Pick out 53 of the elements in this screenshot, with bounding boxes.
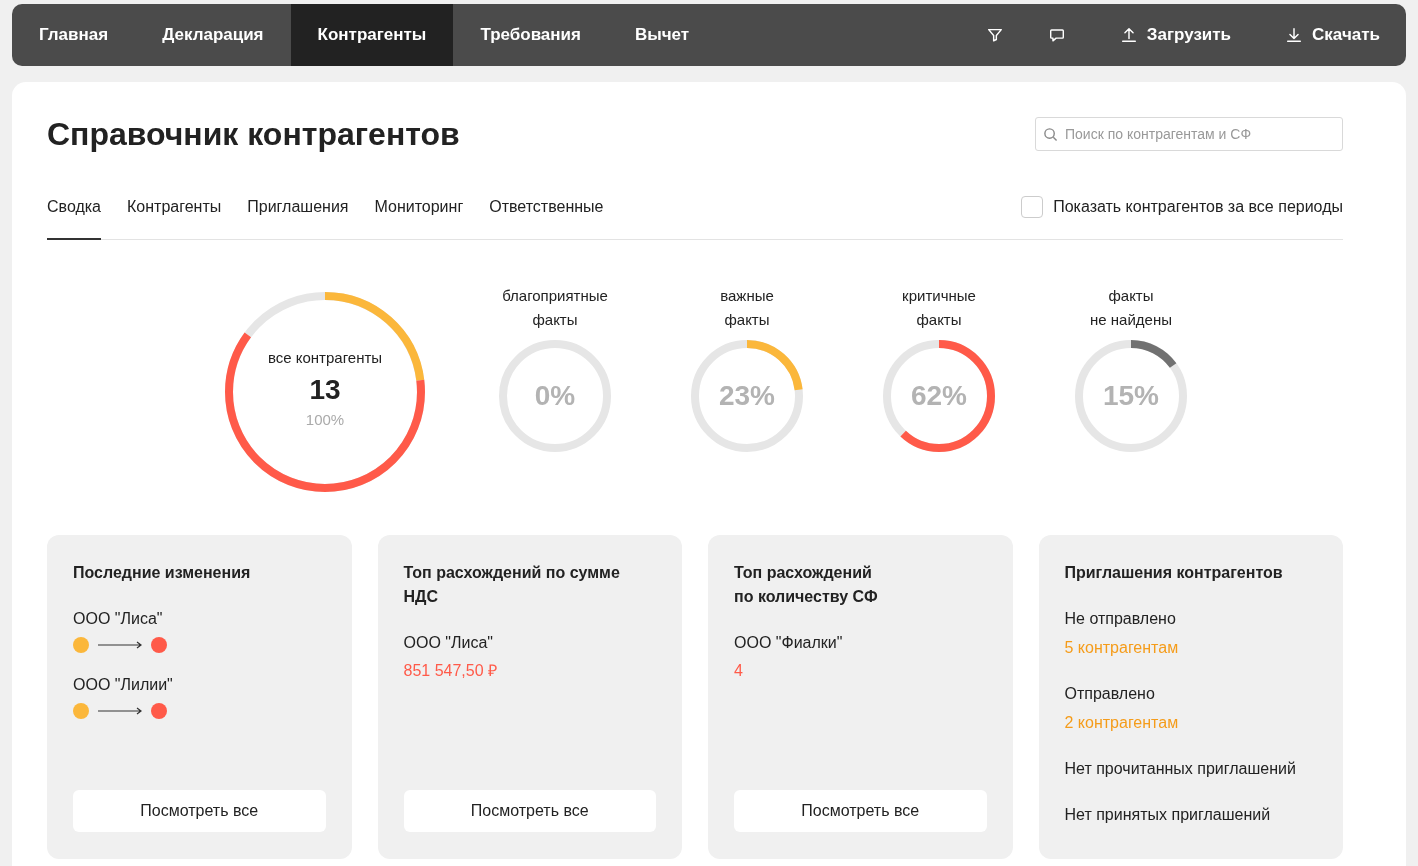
comment-button[interactable] <box>1047 26 1066 44</box>
company-name: ООО "Лилии" <box>73 675 174 695</box>
arrow-icon <box>97 641 143 649</box>
upload-icon <box>1119 26 1138 44</box>
donut-value: 0% <box>534 379 576 413</box>
donut-value: 23% <box>718 379 775 413</box>
donut-value: 15% <box>1102 379 1159 413</box>
donut-title: благоприятные факты <box>501 286 609 330</box>
nav-tab[interactable]: Вычет <box>607 4 717 66</box>
company-name: ООО "Фиалки" <box>734 633 844 653</box>
donut-title: важные факты <box>719 286 775 330</box>
company-name: ООО "Лиса" <box>403 633 494 653</box>
nav-tab[interactable]: Контрагенты <box>290 4 454 66</box>
tab[interactable]: Сводка <box>47 190 101 240</box>
download-icon <box>1285 26 1304 44</box>
filter-icon <box>985 26 1004 44</box>
nav-tab[interactable]: Декларация <box>135 4 291 66</box>
donut-percent: 100% <box>305 410 345 430</box>
company-name: ООО "Лиса" <box>73 609 164 629</box>
upload-button[interactable]: Загрузить <box>1119 22 1232 48</box>
donut-value: 62% <box>910 379 967 413</box>
view-all-button[interactable]: Посмотреть все <box>734 790 987 832</box>
checkbox-label: Показать контрагентов за все периоды <box>1053 197 1343 217</box>
invite-status: Не отправлено <box>1064 609 1177 629</box>
card-title: Топ расхождений по количеству СФ <box>734 563 879 607</box>
tab[interactable]: Приглашения <box>247 190 349 240</box>
invite-status: Отправлено <box>1064 684 1156 704</box>
checkbox[interactable] <box>1021 196 1044 218</box>
nav-tab[interactable]: Главная <box>12 4 136 66</box>
card-title: Топ расхождений по сумме НДС <box>403 563 621 607</box>
donut-title: критичные факты <box>901 286 977 330</box>
comment-icon <box>1047 26 1066 44</box>
arrow-icon <box>97 707 143 715</box>
download-button[interactable]: Скачать <box>1285 22 1380 48</box>
nav-tab[interactable]: Требования <box>453 4 608 66</box>
donut-count: 13 <box>309 373 341 407</box>
amount: 4 <box>734 661 744 681</box>
donut-label: все контрагенты <box>267 348 383 368</box>
search-field[interactable]: Поиск по контрагентам и СФ <box>1035 117 1343 151</box>
tab[interactable]: Мониторинг <box>374 190 464 240</box>
view-all-button[interactable]: Посмотреть все <box>73 790 326 832</box>
card-title: Последние изменения <box>73 563 252 583</box>
page-title: Справочник контрагентов <box>47 115 460 154</box>
invite-status: Нет принятых приглашений <box>1064 805 1272 825</box>
view-all-button[interactable]: Посмотреть все <box>403 790 656 832</box>
search-icon <box>1043 127 1058 142</box>
card-title: Приглашения контрагентов <box>1064 563 1284 583</box>
donut-title: факты не найдены <box>1089 286 1173 330</box>
tab[interactable]: Ответственные <box>489 190 604 240</box>
invite-status: Нет прочитанных приглашений <box>1064 759 1297 779</box>
filter-button[interactable] <box>985 26 1004 44</box>
amount: 851 547,50 ₽ <box>403 661 499 681</box>
tab[interactable]: Контрагенты <box>127 190 222 240</box>
